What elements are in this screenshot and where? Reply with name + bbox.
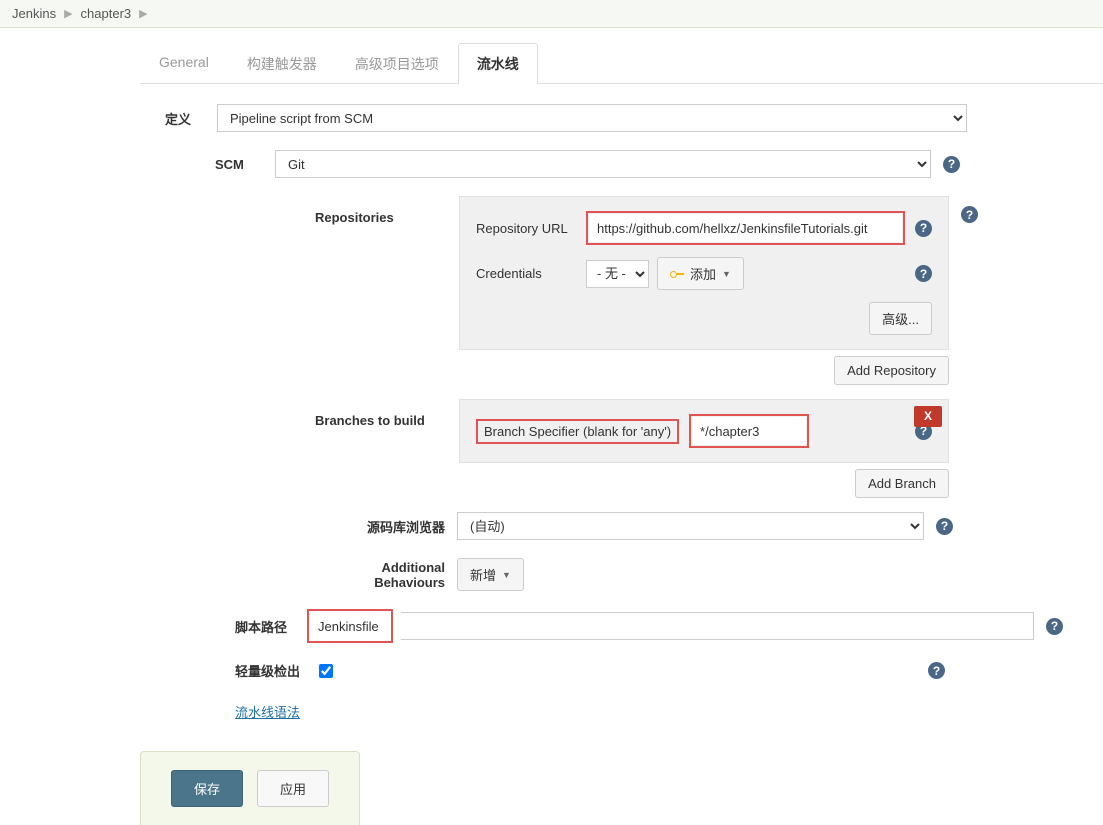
label-additional-behaviours: Additional Behaviours [315, 560, 445, 590]
script-path-remaining[interactable] [401, 612, 1034, 640]
repo-browser-select[interactable]: (自动) [457, 512, 924, 540]
label-script-path: 脚本路径 [235, 617, 295, 636]
label-branch-specifier: Branch Specifier (blank for 'any') [484, 424, 671, 439]
scm-select[interactable]: Git [275, 150, 931, 178]
repositories-panel: Repository URL ? Credentials - 无 - [459, 196, 949, 350]
breadcrumb: Jenkins ▶ chapter3 ▶ [0, 0, 1103, 28]
help-icon[interactable]: ? [915, 220, 932, 237]
script-path-input[interactable] [310, 612, 390, 640]
add-credentials-button[interactable]: 添加 ▼ [657, 257, 744, 290]
tab-pipeline[interactable]: 流水线 [458, 43, 538, 84]
caret-down-icon: ▼ [502, 570, 511, 580]
footer-actions: 保存 应用 [140, 751, 360, 825]
add-branch-button[interactable]: Add Branch [855, 469, 949, 498]
caret-down-icon: ▼ [722, 269, 731, 279]
pipeline-syntax-link[interactable]: 流水线语法 [235, 702, 300, 721]
branches-panel: X Branch Specifier (blank for 'any') ? [459, 399, 949, 463]
label-repositories: Repositories [315, 196, 447, 225]
apply-button[interactable]: 应用 [257, 770, 329, 807]
label-repo-browser: 源码库浏览器 [315, 517, 445, 536]
help-icon[interactable]: ? [936, 518, 953, 535]
branch-specifier-input[interactable] [692, 417, 806, 445]
help-icon[interactable]: ? [943, 156, 960, 173]
label-lightweight: 轻量级检出 [235, 661, 307, 680]
delete-branch-button[interactable]: X [914, 406, 942, 427]
save-button[interactable]: 保存 [171, 770, 243, 807]
help-icon[interactable]: ? [961, 206, 978, 223]
help-icon[interactable]: ? [928, 662, 945, 679]
credentials-select[interactable]: - 无 - [586, 260, 649, 288]
tab-bar: General 构建触发器 高级项目选项 流水线 [140, 42, 1103, 84]
help-icon[interactable]: ? [1046, 618, 1063, 635]
label-credentials: Credentials [476, 266, 576, 281]
add-repository-button[interactable]: Add Repository [834, 356, 949, 385]
label-repository-url: Repository URL [476, 221, 576, 236]
label-definition: 定义 [165, 109, 205, 128]
help-icon[interactable]: ? [915, 265, 932, 282]
definition-select[interactable]: Pipeline script from SCM [217, 104, 967, 132]
repository-url-input[interactable] [589, 214, 902, 242]
label-scm: SCM [215, 157, 263, 172]
breadcrumb-jenkins[interactable]: Jenkins [12, 6, 56, 21]
add-behaviour-button[interactable]: 新增 ▼ [457, 558, 524, 591]
breadcrumb-separator: ▶ [139, 7, 147, 20]
tab-advanced-options[interactable]: 高级项目选项 [336, 43, 458, 84]
key-icon [670, 270, 684, 278]
tab-general[interactable]: General [140, 43, 228, 84]
tab-build-triggers[interactable]: 构建触发器 [228, 43, 336, 84]
breadcrumb-job[interactable]: chapter3 [81, 6, 132, 21]
breadcrumb-separator: ▶ [64, 7, 72, 20]
advanced-button[interactable]: 高级... [869, 302, 932, 335]
label-branches: Branches to build [315, 399, 447, 428]
lightweight-checkbox[interactable] [319, 664, 333, 678]
